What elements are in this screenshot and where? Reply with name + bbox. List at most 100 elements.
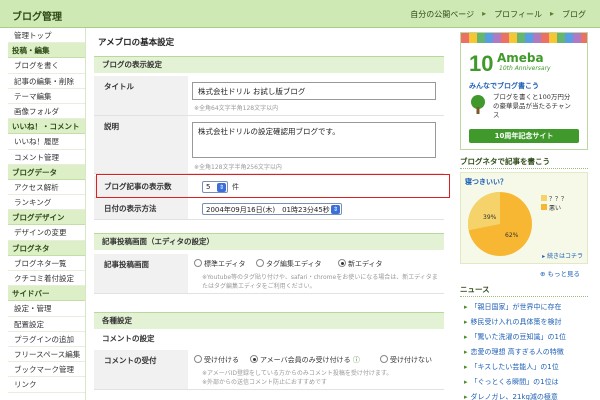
description-label: 説明 — [94, 116, 188, 173]
editor-value-cell: 標準エディタ タグ編集エディタ 新エディタ ※Youtube等のタグ貼り付けや、… — [192, 254, 440, 293]
news-item[interactable]: 「ぐっとくる瞬間」の1位は — [464, 377, 559, 387]
sidebar-section-heading: ブログデザイン — [8, 210, 85, 226]
date-format-value-cell: 2004年09月16日(木) 01時23分45秒 ⇕ — [192, 198, 440, 219]
section-display-settings: ブログの表示設定 — [94, 56, 444, 73]
news-item[interactable]: 恋愛の理想 高すぎる人の特徴 — [464, 347, 564, 357]
news-item[interactable]: 移民受け入れの具体策を検討 — [464, 317, 562, 327]
sidebar-item[interactable]: プラグインの追加 — [8, 332, 85, 347]
ad-text: ブログを書くと100万円分 の豪華景品が当たるチャン ス — [493, 93, 571, 119]
neta-pie-chart: 39% 62% — [467, 192, 532, 256]
comment-hint-2: ※外部からの送信コメント防止におすすめです — [202, 379, 328, 386]
page-title: アメブロの基本設定 — [98, 38, 175, 48]
sidebar-item[interactable]: 記事の編集・削除 — [8, 74, 85, 89]
sidebar-item[interactable]: フリースペース編集 — [8, 347, 85, 363]
sidebar-item[interactable]: デザインの変更 — [8, 225, 85, 241]
date-format-row: 日付の表示方法 2004年09月16日(木) 01時23分45秒 ⇕ — [94, 198, 444, 220]
legend-swatch — [541, 204, 547, 210]
sidebar-item[interactable]: ブログネタ一覧 — [8, 256, 85, 271]
nav-profile[interactable]: プロフィール — [494, 9, 542, 20]
left-sidebar: 管理トップ 投稿・編集 ブログを書く 記事の編集・削除 テーマ編集 画像フォルダ いいね！・… — [8, 28, 86, 400]
comment-option-members[interactable]: アメーバ会員のみ受け付ける ⓘ — [250, 355, 360, 365]
pie-label-62: 62% — [505, 232, 519, 239]
ameba-brand: Ameba — [497, 51, 544, 65]
editor-hint-1: ※Youtube等のタグ貼り付けや、safari・chromeをお使いになる場合… — [202, 274, 438, 281]
right-sidebar: 10 Ameba 10th Anniversary みんなでブログ書こう ブログ… — [456, 28, 600, 400]
ameba-10th-ad[interactable]: 10 Ameba 10th Anniversary みんなでブログ書こう ブログ… — [460, 32, 588, 150]
sidebar-section-heading: サイドバー — [8, 286, 85, 302]
title-value-cell: 株式会社ドリル お試し版ブログ ※全角64文字半角128文字以内 — [192, 76, 440, 115]
sidebar-section-heading: ブログネタ — [8, 240, 85, 256]
comment-row: コメントの受付 受け付ける アメーバ会員のみ受け付ける ⓘ 受け付けない ※アメ… — [94, 350, 444, 390]
editor-option-standard[interactable]: 標準エディタ — [194, 259, 246, 269]
sidebar-section-heading: ブログデータ — [8, 164, 85, 180]
comment-option-accept[interactable]: 受け付ける — [194, 355, 239, 365]
select-arrow-icon: ⇕ — [331, 205, 340, 214]
news-item[interactable]: 「親日国家」が世界中に存在 — [464, 302, 562, 312]
radio-icon — [380, 355, 388, 363]
editor-option-tag[interactable]: タグ編集エディタ — [256, 259, 322, 269]
title-label: タイトル — [94, 76, 188, 115]
sidebar-item[interactable]: ランキング — [8, 195, 85, 211]
news-item[interactable]: 「キスしたい芸能人」の1位 — [464, 362, 559, 372]
ameba-anniversary: 10th Anniversary — [499, 65, 551, 72]
sidebar-item[interactable]: いいね！履歴 — [8, 134, 85, 150]
news-item[interactable]: ダレノガレ、21kg減の極意 — [464, 392, 558, 400]
sidebar-item[interactable]: コメント管理 — [8, 150, 85, 165]
date-format-value: 2004年09月16日(木) 01時23分45秒 — [206, 206, 330, 214]
divider — [460, 296, 588, 297]
section-editor-settings: 記事投稿画面（エディタの設定） — [94, 233, 444, 250]
editor-hint-2: たはタグ編集エディタをご利用ください。 — [202, 283, 316, 290]
comment-hint-1: ※アメーバID登録をしている方からのみコメント投稿を受け付けます。 — [202, 370, 393, 377]
pie-label-39: 39% — [483, 214, 497, 221]
nav-public-page[interactable]: 自分の公開ページ — [410, 9, 474, 20]
description-value-cell: 株式会社ドリルの設定確認用ブログです。 ※全角128文字半角256文字以内 — [192, 116, 440, 173]
radio-icon — [256, 259, 264, 267]
radio-selected-icon — [338, 259, 346, 267]
comment-settings-heading: コメントの設定 — [102, 334, 155, 343]
radio-icon — [194, 355, 202, 363]
sidebar-item[interactable]: リンク — [8, 377, 85, 393]
comment-value-cell: 受け付ける アメーバ会員のみ受け付ける ⓘ 受け付けない ※アメーバID登録をし… — [192, 350, 440, 389]
sidebar-item[interactable]: テーマ編集 — [8, 89, 85, 104]
nav-blog[interactable]: ブログ — [562, 9, 586, 20]
comment-label: コメントの受付 — [94, 350, 188, 389]
nav-separator: ▸ — [549, 9, 554, 18]
section-misc-settings: 各種設定 — [94, 312, 444, 329]
neta-poll-box: 寝つきいい？ 39% 62% ？？？ 悪い ▸ 続きはコチラ — [460, 172, 588, 264]
header-nav: 自分の公開ページ ▸ プロフィール ▸ ブログ — [410, 9, 586, 20]
nav-separator: ▸ — [482, 9, 487, 18]
description-row: 説明 株式会社ドリルの設定確認用ブログです。 ※全角128文字半角256文字以内 — [94, 116, 444, 174]
title-input[interactable]: 株式会社ドリル お試し版ブログ — [192, 82, 436, 100]
sidebar-item[interactable]: クチコミ着付設定 — [8, 271, 85, 287]
highlight-box — [96, 174, 450, 198]
description-hint: ※全角128文字半角256文字以内 — [194, 164, 282, 171]
neta-see-more-link[interactable]: ⊕ もっと見る — [540, 268, 580, 278]
sidebar-item[interactable]: 配置設定 — [8, 317, 85, 332]
neta-question[interactable]: 寝つきいい？ — [465, 177, 507, 187]
title-row: タイトル 株式会社ドリル お試し版ブログ ※全角64文字半角128文字以内 — [94, 76, 444, 116]
sidebar-item[interactable]: ブログを書く — [8, 58, 85, 74]
comment-option-reject[interactable]: 受け付けない — [380, 355, 432, 365]
title-hint: ※全角64文字半角128文字以内 — [194, 105, 279, 112]
news-heading: ニュース — [460, 285, 490, 294]
top-header: ブログ管理 自分の公開ページ ▸ プロフィール ▸ ブログ — [0, 0, 600, 28]
app-title: ブログ管理 — [12, 12, 62, 23]
main-content: アメブロの基本設定 ブログの表示設定 タイトル 株式会社ドリル お試し版ブログ … — [90, 28, 450, 400]
neta-heading: ブログネタで記事を書こう — [460, 157, 550, 166]
sidebar-item[interactable]: 管理トップ — [8, 28, 85, 44]
sidebar-item[interactable]: 画像フォルダ — [8, 104, 85, 120]
neta-legend: ？？？ 悪い — [541, 195, 567, 213]
sidebar-item[interactable]: アクセス解析 — [8, 180, 85, 196]
neta-more-link[interactable]: ▸ 続きはコチラ — [542, 251, 583, 260]
sidebar-item[interactable]: ブックマーク管理 — [8, 362, 85, 378]
editor-label: 記事投稿画面 — [94, 254, 188, 293]
anniversary-site-button[interactable]: 10周年記念サイト — [469, 129, 579, 143]
colorful-banner-strip — [461, 33, 587, 43]
date-format-select[interactable]: 2004年09月16日(木) 01時23分45秒 ⇕ — [202, 203, 342, 215]
news-item[interactable]: 「驚いた洗濯の豆知識」の1位 — [464, 332, 566, 342]
radio-selected-icon — [250, 355, 258, 363]
description-textarea[interactable]: 株式会社ドリルの設定確認用ブログです。 — [192, 122, 436, 158]
ameba-logo-10: 10 — [469, 51, 494, 76]
editor-option-new[interactable]: 新エディタ — [338, 259, 383, 269]
sidebar-item[interactable]: 設定・管理 — [8, 301, 85, 317]
